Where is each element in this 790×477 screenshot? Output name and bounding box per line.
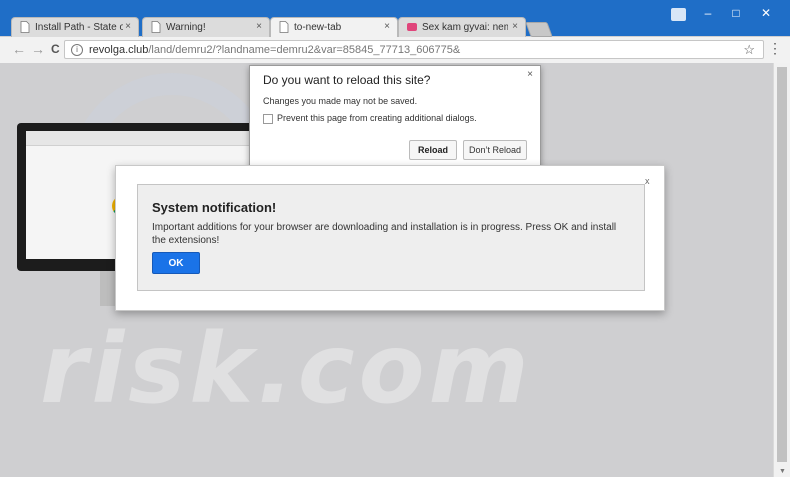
profile-icon[interactable] — [671, 8, 686, 21]
close-icon[interactable]: × — [512, 21, 518, 32]
close-window-button[interactable]: ✕ — [756, 6, 776, 20]
url-path: /land/demru2/?landname=demru2&var=85845_… — [148, 44, 461, 56]
notification-close-icon[interactable]: x — [645, 176, 650, 186]
forward-button[interactable]: → — [31, 42, 45, 56]
close-icon[interactable]: × — [527, 69, 533, 80]
site-favicon-icon — [407, 23, 417, 31]
back-button[interactable]: ← — [12, 42, 26, 56]
monitor-browser-bar — [26, 131, 257, 146]
page-icon — [20, 21, 30, 33]
info-icon[interactable]: i — [71, 44, 83, 56]
tab-to-new-tab[interactable]: to-new-tab × — [270, 17, 398, 38]
minimize-button[interactable]: – — [698, 6, 718, 20]
notification-title: System notification! — [152, 200, 277, 215]
tab-label: Sex kam gyvai: nemokam — [422, 22, 508, 33]
dialog-message: Changes you made may not be saved. — [263, 96, 418, 106]
tab-install-path[interactable]: Install Path - State of the × — [11, 17, 139, 37]
toolbar: ← → C i revolga.club/land/demru2/?landna… — [0, 37, 790, 64]
reload-button[interactable]: C — [51, 42, 60, 56]
reload-dialog: Do you want to reload this site? × Chang… — [249, 65, 541, 172]
reload-confirm-button[interactable]: Reload — [409, 140, 457, 160]
page-icon — [279, 21, 289, 33]
prevent-dialogs-checkbox[interactable] — [263, 114, 273, 124]
scroll-down-icon[interactable]: ▼ — [779, 468, 786, 475]
notification-body: Important additions for your browser are… — [152, 222, 617, 246]
ok-button[interactable]: OK — [152, 252, 200, 274]
dialog-title: Do you want to reload this site? — [263, 73, 431, 87]
watermark: risk.com — [40, 313, 533, 425]
new-tab-button[interactable] — [525, 22, 553, 37]
dont-reload-button[interactable]: Don’t Reload — [463, 140, 527, 160]
tab-strip: Install Path - State of the × Warning! ×… — [0, 0, 790, 38]
tab-label: Warning! — [166, 22, 206, 33]
vertical-scrollbar[interactable]: ▼ — [773, 63, 790, 477]
address-bar[interactable]: i revolga.club/land/demru2/?landname=dem… — [64, 40, 764, 59]
tab-sex-kam[interactable]: Sex kam gyvai: nemokam × — [398, 17, 526, 37]
url-text: revolga.club/land/demru2/?landname=demru… — [89, 44, 460, 56]
close-icon[interactable]: × — [125, 21, 131, 32]
menu-icon[interactable]: ⋮ — [768, 40, 782, 57]
close-icon[interactable]: × — [256, 21, 262, 32]
tab-warning[interactable]: Warning! × — [142, 17, 270, 37]
maximize-button[interactable]: □ — [726, 6, 746, 20]
scrollbar-thumb[interactable] — [777, 67, 787, 462]
page-icon — [151, 21, 161, 33]
close-icon[interactable]: × — [384, 21, 390, 32]
tab-label: to-new-tab — [294, 22, 342, 33]
prevent-dialogs-label[interactable]: Prevent this page from creating addition… — [277, 113, 477, 123]
url-host: revolga.club — [89, 44, 149, 56]
tab-label: Install Path - State of the — [35, 22, 123, 33]
bookmark-star-icon[interactable]: ☆ — [743, 42, 755, 58]
